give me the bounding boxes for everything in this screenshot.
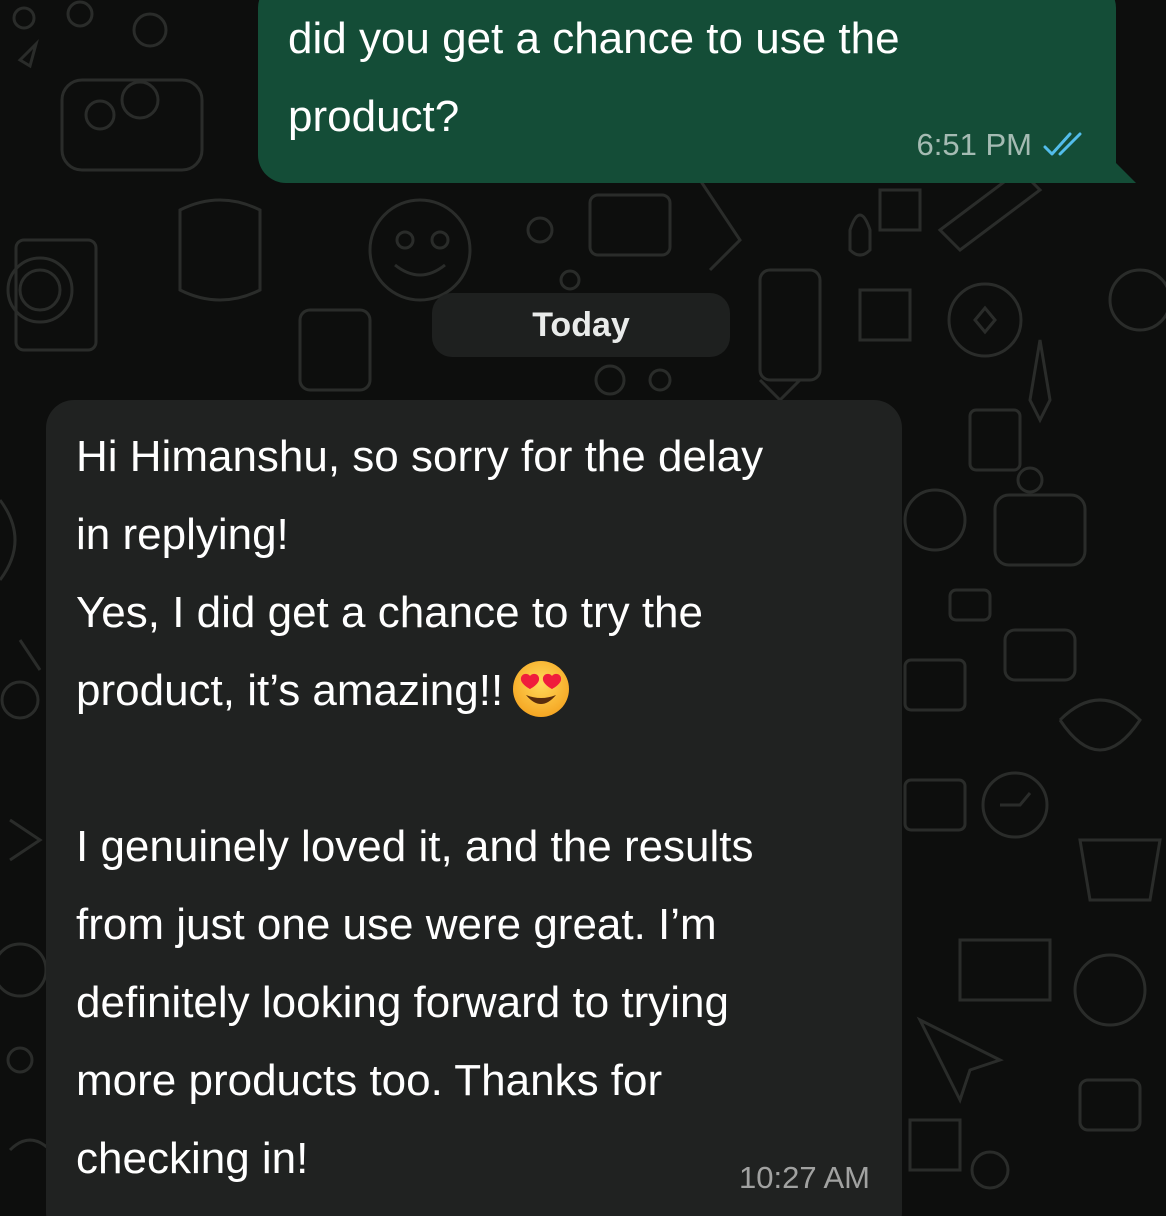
incoming-message-text-part-1: Hi Himanshu, so sorry for the delay in r… xyxy=(76,432,764,715)
smiling-face-with-heart-eyes-icon xyxy=(511,659,571,719)
chat-screen: did you get a chance to use the product?… xyxy=(0,0,1166,1216)
incoming-message-time: 10:27 AM xyxy=(739,1160,870,1195)
outgoing-message-time: 6:51 PM xyxy=(916,127,1032,162)
bubble-tail xyxy=(1114,161,1136,183)
double-check-read-icon xyxy=(1042,132,1088,158)
outgoing-message-bubble[interactable]: did you get a chance to use the product?… xyxy=(258,0,1136,183)
outgoing-message-meta: 6:51 PM xyxy=(917,127,1088,163)
incoming-message-text-part-2: I genuinely loved it, and the results fr… xyxy=(76,822,754,1183)
date-divider: Today xyxy=(432,293,730,357)
incoming-message-text: Hi Himanshu, so sorry for the delay in r… xyxy=(76,418,881,1198)
incoming-message-bubble[interactable]: Hi Himanshu, so sorry for the delay in r… xyxy=(46,400,902,1216)
